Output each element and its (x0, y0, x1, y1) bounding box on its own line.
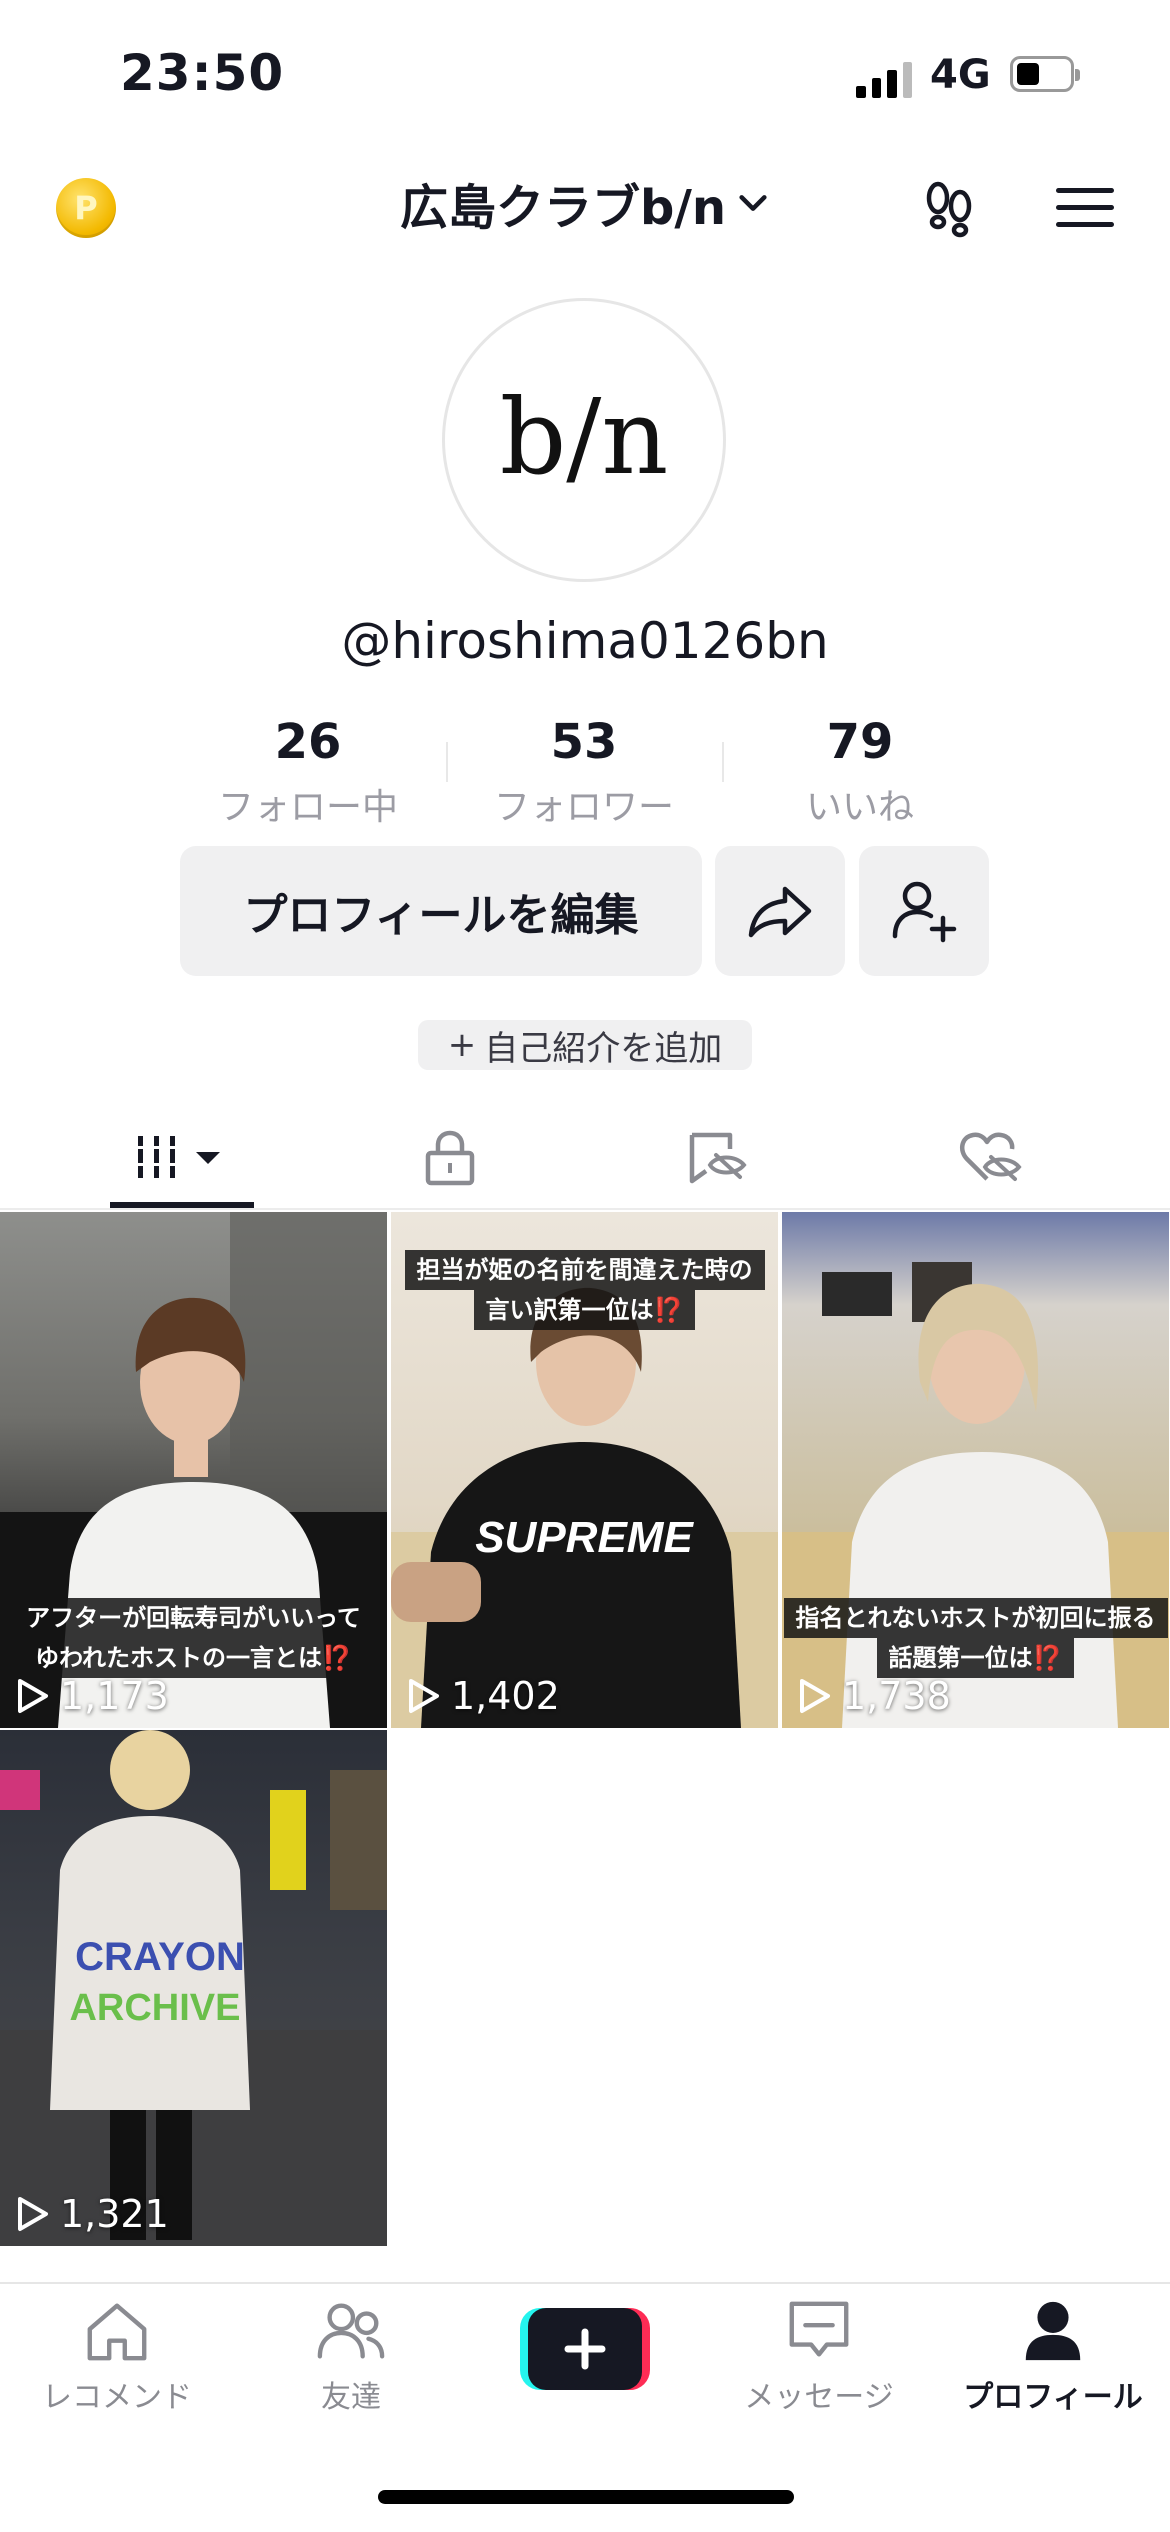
video-caption-line: ゆわれたホストの一言とは⁉️ (23, 1638, 364, 1678)
status-time: 23:50 (120, 44, 285, 102)
nav-label: 友達 (321, 2380, 381, 2415)
video-caption-line: 話題第一位は⁉️ (876, 1638, 1075, 1678)
play-icon (800, 1679, 830, 1713)
view-count: 1,321 (16, 2192, 169, 2236)
view-count-value: 1,402 (451, 1674, 560, 1718)
coin-letter: P (74, 189, 98, 227)
nav-item-messages[interactable]: メッセージ (702, 2296, 936, 2416)
stat-divider (446, 742, 448, 782)
view-count: 1,402 (407, 1674, 560, 1718)
view-count: 1,738 (798, 1674, 951, 1718)
message-icon (789, 2301, 849, 2357)
nav-item-friends[interactable]: 友達 (234, 2296, 468, 2416)
view-count: 1,173 (16, 1674, 169, 1718)
share-profile-button[interactable] (715, 846, 845, 976)
network-type: 4G (930, 52, 991, 98)
avatar[interactable]: b/n (442, 298, 726, 582)
share-arrow-icon (748, 886, 812, 938)
video-caption-line: アフターが回転寿司がいいって (14, 1598, 373, 1638)
following-count: 26 (274, 714, 342, 770)
add-bio-button[interactable]: + 自己紹介を追加 (418, 1020, 752, 1070)
add-friend-button[interactable] (859, 846, 989, 976)
nav-item-profile[interactable]: プロフィール (936, 2296, 1170, 2416)
edit-profile-button[interactable]: プロフィールを編集 (180, 846, 702, 976)
shirt-logo: SUPREME (475, 1513, 694, 1562)
logo-text: b/n (500, 376, 669, 498)
profile-icon (1025, 2301, 1081, 2361)
play-icon (409, 1679, 439, 1713)
home-indicator[interactable] (378, 2490, 794, 2504)
plus-icon (520, 2308, 650, 2390)
create-button[interactable] (520, 2308, 650, 2390)
followers-count: 53 (550, 714, 618, 770)
account-switcher[interactable]: 広島クラブb/n (360, 168, 810, 238)
video-thumbnail[interactable]: CRAYON ARCHIVE 1,321 (0, 1730, 387, 2246)
video-caption-line: 指名とれないホストが初回に振る (783, 1598, 1168, 1638)
nav-label: メッセージ (744, 2380, 894, 2415)
home-icon (87, 2303, 147, 2361)
shirt-print: ARCHIVE (69, 1987, 240, 2029)
chevron-down-icon (739, 195, 767, 211)
view-count-value: 1,321 (60, 2192, 169, 2236)
nav-label: プロフィール (963, 2380, 1143, 2415)
nav-item-recommend[interactable]: レコメンド (0, 2296, 234, 2416)
nav-label: レコメンド (42, 2380, 192, 2415)
following-label: フォロー中 (217, 787, 398, 828)
friends-icon (317, 2303, 385, 2359)
tab-liked[interactable] (844, 1110, 1136, 1204)
username-handle: @hiroshima0126bn (341, 612, 829, 670)
stat-divider (722, 742, 724, 782)
battery-icon (1010, 56, 1080, 92)
followers-label: フォロワー (493, 787, 674, 828)
add-bio-label: 自己紹介を追加 (484, 1028, 723, 1069)
shirt-print: CRAYON (75, 1935, 245, 1979)
footprint-icon[interactable] (918, 178, 982, 242)
thumbnail-image: CRAYON ARCHIVE (0, 1730, 387, 2246)
coin-icon[interactable]: P (56, 178, 116, 238)
video-caption-line: 担当が姫の名前を間違えた時の (404, 1250, 765, 1290)
bookmark-hidden-icon (689, 1132, 747, 1184)
logo-image: b/n (500, 376, 669, 498)
view-count-value: 1,173 (60, 1674, 169, 1718)
tab-saved[interactable] (572, 1110, 864, 1204)
tab-private[interactable] (304, 1110, 596, 1204)
plus-icon: + (447, 1025, 477, 1065)
signal-icon (856, 58, 912, 98)
play-icon (18, 2197, 48, 2231)
video-thumbnail[interactable]: アフターが回転寿司がいいって ゆわれたホストの一言とは⁉️ 1,173 (0, 1212, 387, 1728)
view-count-value: 1,738 (842, 1674, 951, 1718)
nav-divider (0, 2282, 1170, 2284)
heart-hidden-icon (959, 1132, 1022, 1181)
likes-label: いいね (805, 787, 914, 828)
grid-icon (134, 1136, 220, 1178)
lock-icon (425, 1130, 475, 1186)
menu-icon[interactable] (1056, 184, 1114, 232)
following-stat[interactable]: 26 フォロー中 (178, 714, 438, 830)
play-icon (18, 1679, 48, 1713)
tab-videos[interactable] (36, 1110, 328, 1204)
video-thumbnail[interactable]: SUPREME 担当が姫の名前を間違えた時の 言い訳第一位は⁉️ 1,402 (391, 1212, 778, 1728)
likes-stat[interactable]: 79 いいね (730, 714, 990, 830)
followers-stat[interactable]: 53 フォロワー (454, 714, 714, 830)
add-user-icon (892, 881, 957, 943)
video-thumbnail[interactable]: 指名とれないホストが初回に振る 話題第一位は⁉️ 1,738 (782, 1212, 1169, 1728)
account-name: 広島クラブb/n (399, 180, 727, 236)
tab-divider (0, 1208, 1170, 1210)
video-caption-line: 言い訳第一位は⁉️ (473, 1290, 696, 1330)
likes-count: 79 (826, 714, 894, 770)
